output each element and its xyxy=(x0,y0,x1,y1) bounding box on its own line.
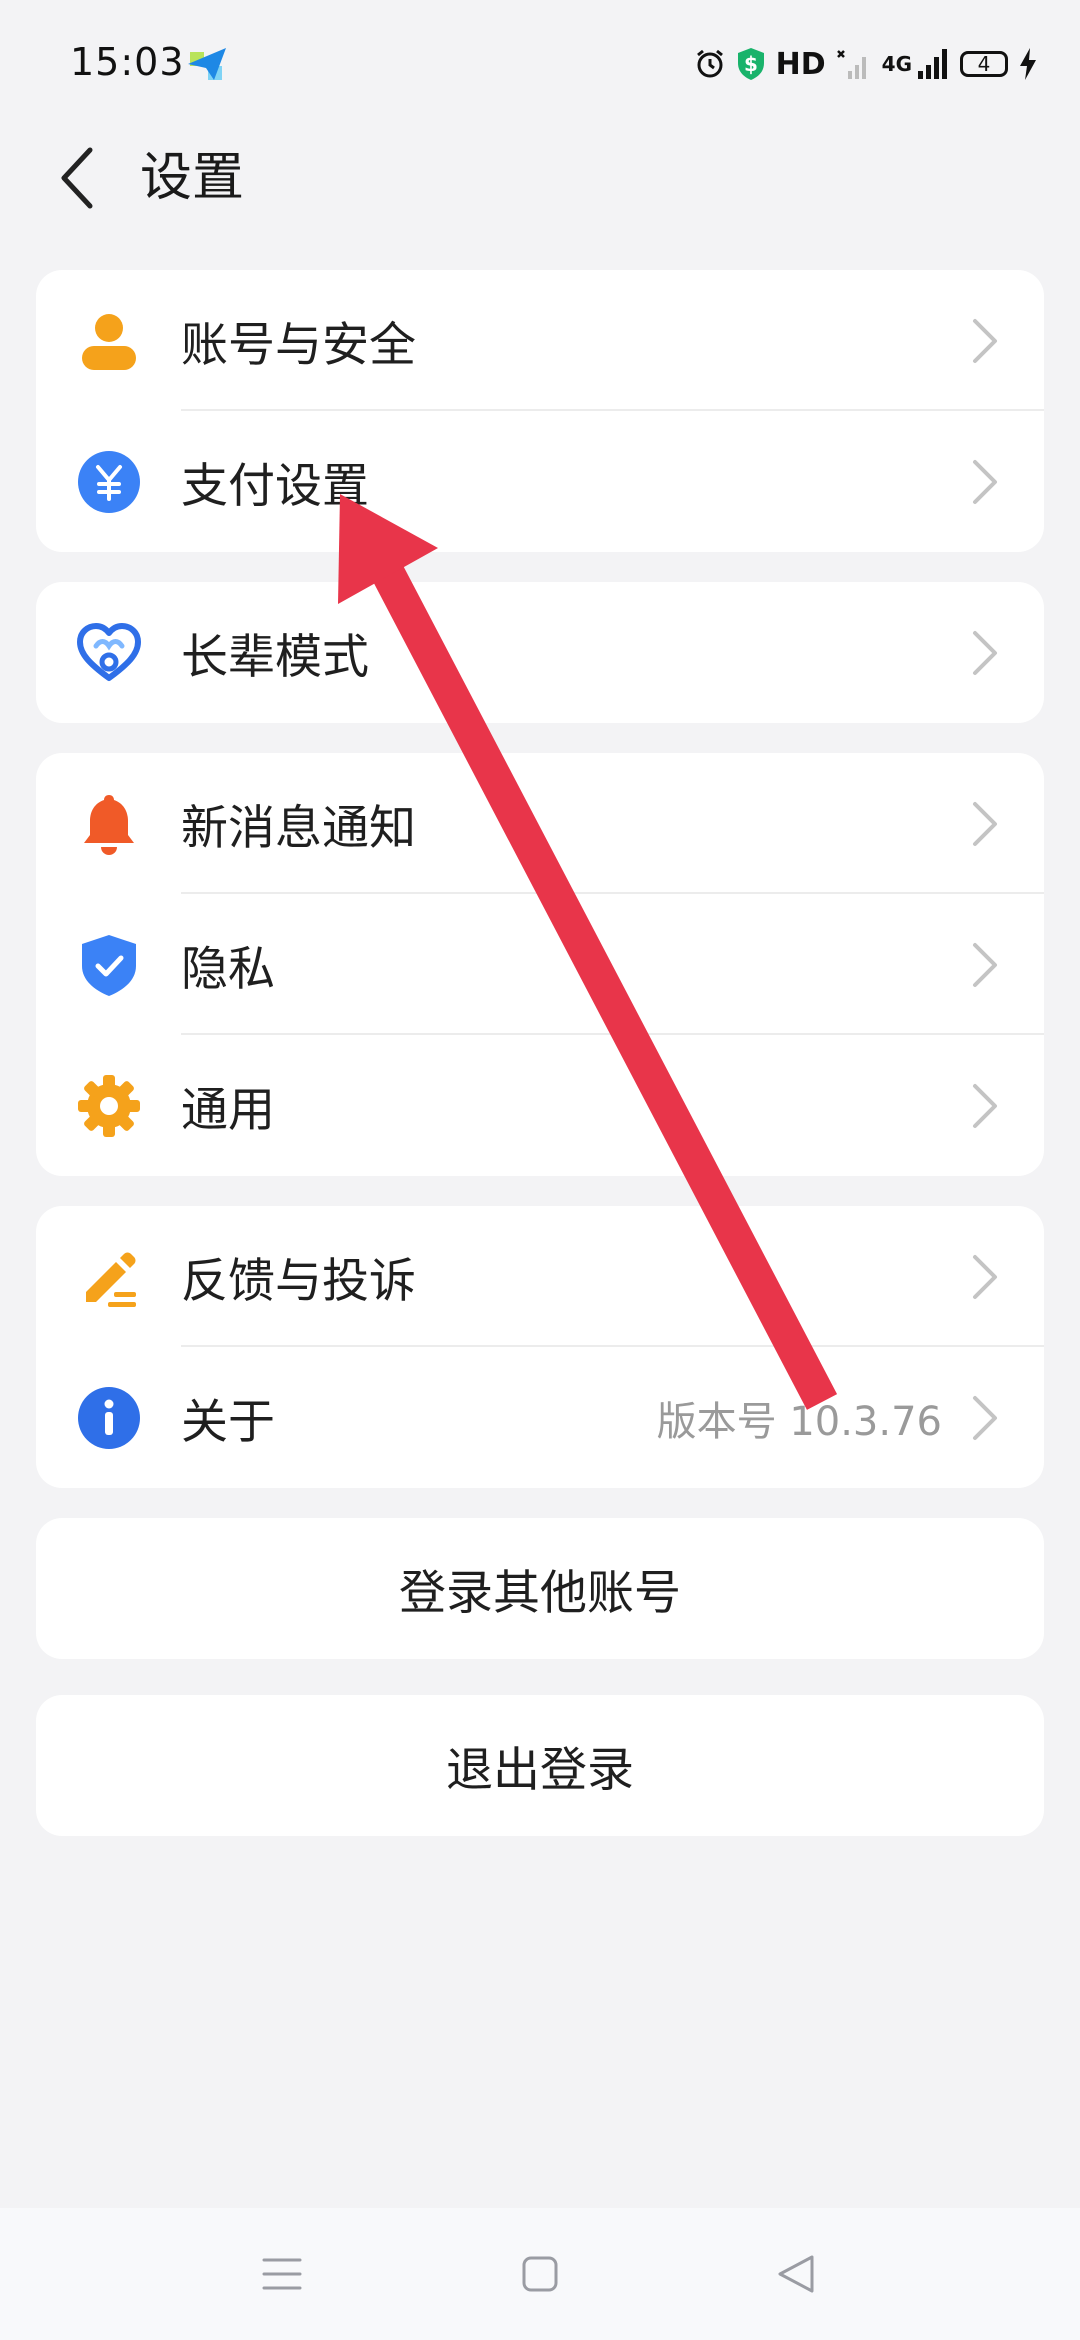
menu-button[interactable] xyxy=(252,2244,312,2304)
shield-icon xyxy=(82,935,136,996)
settings-item-feedback[interactable]: 反馈与投诉 xyxy=(36,1206,1044,1347)
signal-off-icon xyxy=(836,50,866,79)
svg-text:$: $ xyxy=(744,52,758,76)
settings-group-account: 账号与安全 支付设置 xyxy=(36,270,1044,552)
chevron-right-icon xyxy=(973,460,997,504)
page-title: 设置 xyxy=(140,148,245,208)
triangle-back-icon xyxy=(778,2255,814,2293)
settings-item-notifications[interactable]: 新消息通知 xyxy=(36,753,1044,894)
settings-group-elder: 长辈模式 xyxy=(36,582,1044,723)
menu-icon xyxy=(262,2258,302,2290)
settings-item-privacy[interactable]: 隐私 xyxy=(36,894,1044,1035)
chevron-right-icon xyxy=(973,631,997,675)
version-number: 版本号 10.3.76 xyxy=(656,1398,942,1445)
charging-icon xyxy=(1020,48,1036,80)
info-icon xyxy=(78,1387,140,1449)
status-time: 15:03 xyxy=(70,40,185,84)
settings-item-label: 隐私 xyxy=(181,942,275,997)
user-icon xyxy=(82,314,136,370)
settings-item-about[interactable]: 关于 版本号 10.3.76 xyxy=(36,1347,1044,1488)
chevron-right-icon xyxy=(973,1396,997,1440)
logout-button[interactable]: 退出登录 xyxy=(36,1695,1044,1836)
settings-item-account-security[interactable]: 账号与安全 xyxy=(36,270,1044,411)
chevron-right-icon xyxy=(973,1084,997,1128)
chevron-right-icon xyxy=(973,943,997,987)
settings-item-label: 支付设置 xyxy=(181,459,369,514)
network-type: 4G xyxy=(881,52,912,76)
status-bar: 15:03 $ HD 4G 4 xyxy=(0,0,1080,130)
pencil-icon xyxy=(86,1252,136,1307)
back-nav-button[interactable] xyxy=(766,2244,826,2304)
home-button[interactable] xyxy=(510,2244,570,2304)
chevron-right-icon xyxy=(973,802,997,846)
settings-item-label: 新消息通知 xyxy=(181,801,416,856)
gear-icon xyxy=(78,1075,140,1137)
header: 设置 xyxy=(0,130,1080,250)
settings-item-label: 反馈与投诉 xyxy=(181,1254,416,1309)
system-nav-bar xyxy=(0,2208,1080,2340)
signal-icon xyxy=(918,49,947,79)
settings-group-general: 新消息通知 隐私 通用 xyxy=(36,753,1044,1176)
battery-indicator: 4 xyxy=(960,51,1008,77)
chevron-right-icon xyxy=(973,319,997,363)
chevron-right-icon xyxy=(973,1255,997,1299)
settings-item-label: 通用 xyxy=(181,1083,275,1138)
settings-item-payment[interactable]: 支付设置 xyxy=(36,411,1044,552)
back-button[interactable] xyxy=(46,138,106,218)
settings-item-label: 长辈模式 xyxy=(181,630,369,685)
heart-icon xyxy=(77,623,141,681)
settings-item-label: 账号与安全 xyxy=(181,318,416,373)
settings-item-general[interactable]: 通用 xyxy=(36,1035,1044,1176)
paper-plane-icon xyxy=(188,48,226,80)
settings-group-about: 反馈与投诉 关于 版本号 10.3.76 xyxy=(36,1206,1044,1488)
hd-indicator: HD xyxy=(775,46,826,82)
chevron-left-icon xyxy=(61,147,93,209)
settings-item-label: 关于 xyxy=(181,1395,275,1450)
shield-dollar-icon: $ xyxy=(737,48,764,80)
settings-item-elder-mode[interactable]: 长辈模式 xyxy=(36,582,1044,723)
yuan-icon xyxy=(78,451,140,513)
alarm-icon xyxy=(696,49,723,78)
square-icon xyxy=(522,2256,558,2292)
bell-icon xyxy=(84,795,134,855)
switch-account-button[interactable]: 登录其他账号 xyxy=(36,1518,1044,1659)
